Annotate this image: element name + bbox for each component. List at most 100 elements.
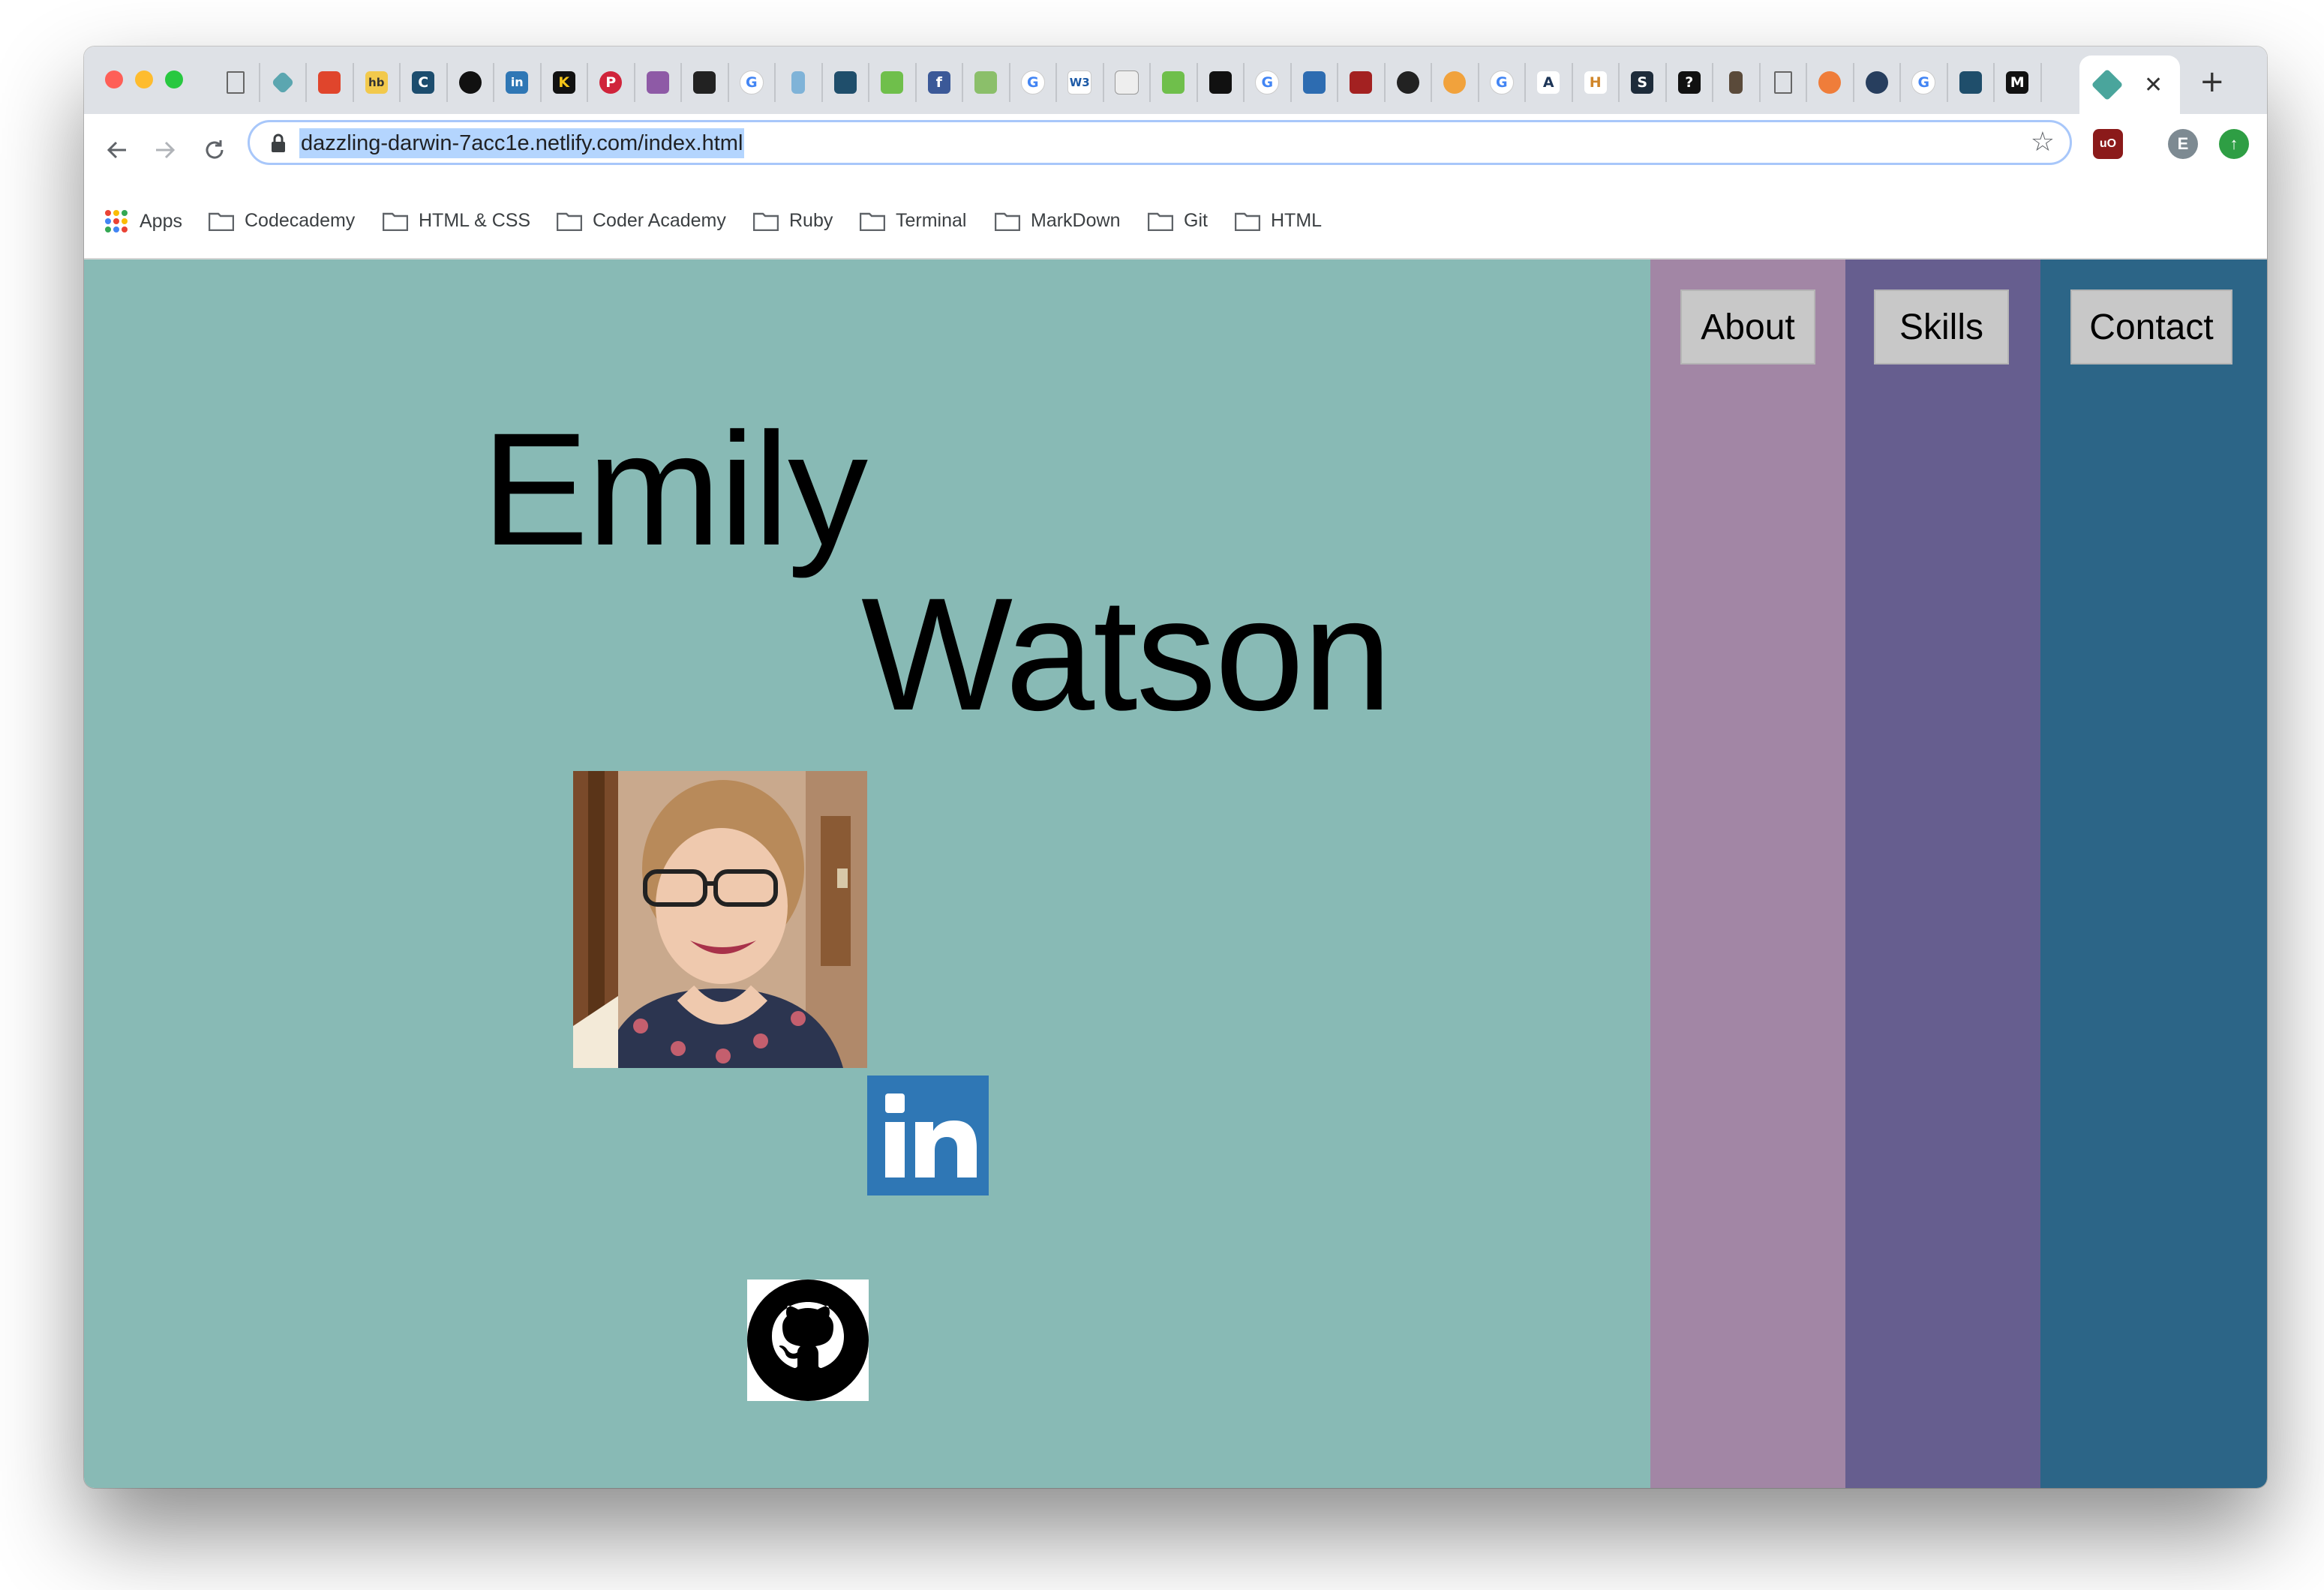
bookmark-label: HTML & CSS — [419, 210, 531, 231]
tab[interactable] — [307, 63, 354, 102]
tab[interactable] — [682, 63, 729, 102]
portfolio-page: About Skills Contact Emily Watson — [84, 260, 2267, 1488]
bookmark-label: Codecademy — [245, 210, 356, 231]
url-text[interactable]: dazzling-darwin-7acc1e.netlify.com/index… — [299, 128, 745, 158]
hb-icon: hb — [365, 71, 388, 94]
tab[interactable] — [823, 63, 869, 102]
tab[interactable] — [635, 63, 682, 102]
avatar[interactable]: E — [2168, 129, 2198, 159]
tab[interactable] — [1386, 63, 1432, 102]
skills-button[interactable]: Skills — [1874, 290, 2009, 364]
bookmark-folder[interactable]: HTML — [1235, 210, 1322, 232]
tab[interactable] — [1151, 63, 1198, 102]
back-button[interactable] — [95, 128, 140, 172]
tab[interactable] — [1292, 63, 1338, 102]
linkedin-icon: in — [506, 71, 529, 94]
tab[interactable] — [1338, 63, 1386, 102]
tab[interactable] — [448, 63, 494, 102]
close-window-button[interactable] — [105, 70, 123, 88]
tab[interactable]: G — [729, 63, 776, 102]
tab[interactable]: f — [917, 63, 963, 102]
forward-button[interactable] — [143, 128, 188, 172]
about-button[interactable]: About — [1680, 290, 1815, 364]
bookmark-label: HTML — [1271, 210, 1323, 231]
tab[interactable]: S — [1620, 63, 1667, 102]
maximize-window-button[interactable] — [165, 70, 183, 88]
tab[interactable]: ? — [1667, 63, 1713, 102]
linkedin-icon — [885, 1094, 977, 1178]
arrow-right-icon — [156, 141, 176, 159]
tab[interactable] — [1713, 63, 1761, 102]
teal-app-icon — [833, 71, 857, 94]
github-icon — [747, 1280, 869, 1401]
google-icon: G — [1255, 70, 1280, 94]
tab[interactable] — [213, 63, 260, 102]
browser-window: hb C in K P G f G W3 G G A H S ? G M ✕ +… — [84, 46, 2267, 1488]
green-app-icon — [1162, 71, 1185, 94]
bookmark-folder[interactable]: MarkDown — [995, 210, 1120, 232]
address-bar[interactable]: dazzling-darwin-7acc1e.netlify.com/index… — [248, 120, 2072, 165]
feather-icon — [1114, 70, 1139, 94]
tab[interactable]: in — [494, 63, 542, 102]
skills-column: Skills — [1845, 260, 2040, 1488]
bookmark-folder[interactable]: Coder Academy — [557, 210, 726, 232]
folder-icon — [995, 212, 1020, 231]
reload-button[interactable] — [192, 128, 237, 172]
tab[interactable]: K — [542, 63, 588, 102]
tab[interactable] — [869, 63, 917, 102]
tab[interactable]: W3 — [1057, 63, 1104, 102]
bookmark-folder[interactable]: Git — [1148, 210, 1208, 232]
new-tab-button[interactable]: + — [2199, 64, 2225, 99]
bookmark-apps[interactable]: Apps — [105, 210, 182, 232]
tab[interactable] — [1948, 63, 1995, 102]
tab[interactable] — [260, 63, 307, 102]
orange-circle-icon — [1818, 71, 1842, 94]
update-icon[interactable]: ↑ — [2219, 129, 2249, 159]
w3-icon: W3 — [1067, 70, 1092, 94]
tab[interactable] — [1432, 63, 1479, 102]
google-icon: G — [1911, 70, 1936, 94]
bookmark-folder[interactable]: Codecademy — [209, 210, 355, 232]
star-icon[interactable]: ☆ — [2031, 127, 2055, 158]
diamond-icon — [2091, 68, 2124, 101]
github-icon — [458, 71, 482, 94]
apps-grid-icon — [105, 210, 128, 232]
tab[interactable] — [776, 63, 823, 102]
medium-icon: M — [2006, 71, 2029, 94]
red-square-icon — [318, 71, 341, 94]
tab[interactable] — [1761, 63, 1807, 102]
tab[interactable]: G — [1245, 63, 1292, 102]
tab[interactable]: hb — [354, 63, 401, 102]
first-name: Emily — [482, 400, 868, 579]
profile-photo-image — [573, 771, 867, 1068]
tab[interactable]: G — [1901, 63, 1948, 102]
folder-icon — [860, 212, 885, 231]
tab[interactable]: A — [1526, 63, 1573, 102]
tab[interactable] — [963, 63, 1010, 102]
tab[interactable] — [1198, 63, 1245, 102]
bookmark-folder[interactable]: Terminal — [860, 210, 966, 232]
contact-button[interactable]: Contact — [2070, 290, 2232, 364]
tab[interactable]: G — [1010, 63, 1057, 102]
minimize-window-button[interactable] — [135, 70, 153, 88]
tab[interactable] — [1807, 63, 1854, 102]
bookmark-folder[interactable]: Ruby — [753, 210, 833, 232]
close-tab-icon[interactable]: ✕ — [2144, 72, 2163, 98]
diamond-icon — [271, 70, 295, 94]
bookmarks-bar: Apps Codecademy HTML & CSS Coder Academy… — [84, 188, 2267, 260]
tab[interactable] — [1854, 63, 1901, 102]
tab[interactable]: P — [588, 63, 635, 102]
linkedin-link[interactable] — [867, 1076, 989, 1196]
folder-icon — [383, 212, 408, 231]
red-app-icon — [1350, 71, 1373, 94]
ublock-icon[interactable]: uO — [2093, 129, 2123, 159]
bookmark-folder[interactable]: HTML & CSS — [383, 210, 530, 232]
tab[interactable]: H — [1573, 63, 1620, 102]
tab[interactable]: G — [1479, 63, 1526, 102]
github-link[interactable] — [747, 1280, 869, 1401]
bookmark-label: Coder Academy — [593, 210, 726, 231]
active-tab[interactable]: ✕ — [2079, 56, 2180, 114]
tab[interactable]: C — [401, 63, 448, 102]
tab[interactable] — [1104, 63, 1151, 102]
tab[interactable]: M — [1995, 63, 2042, 102]
